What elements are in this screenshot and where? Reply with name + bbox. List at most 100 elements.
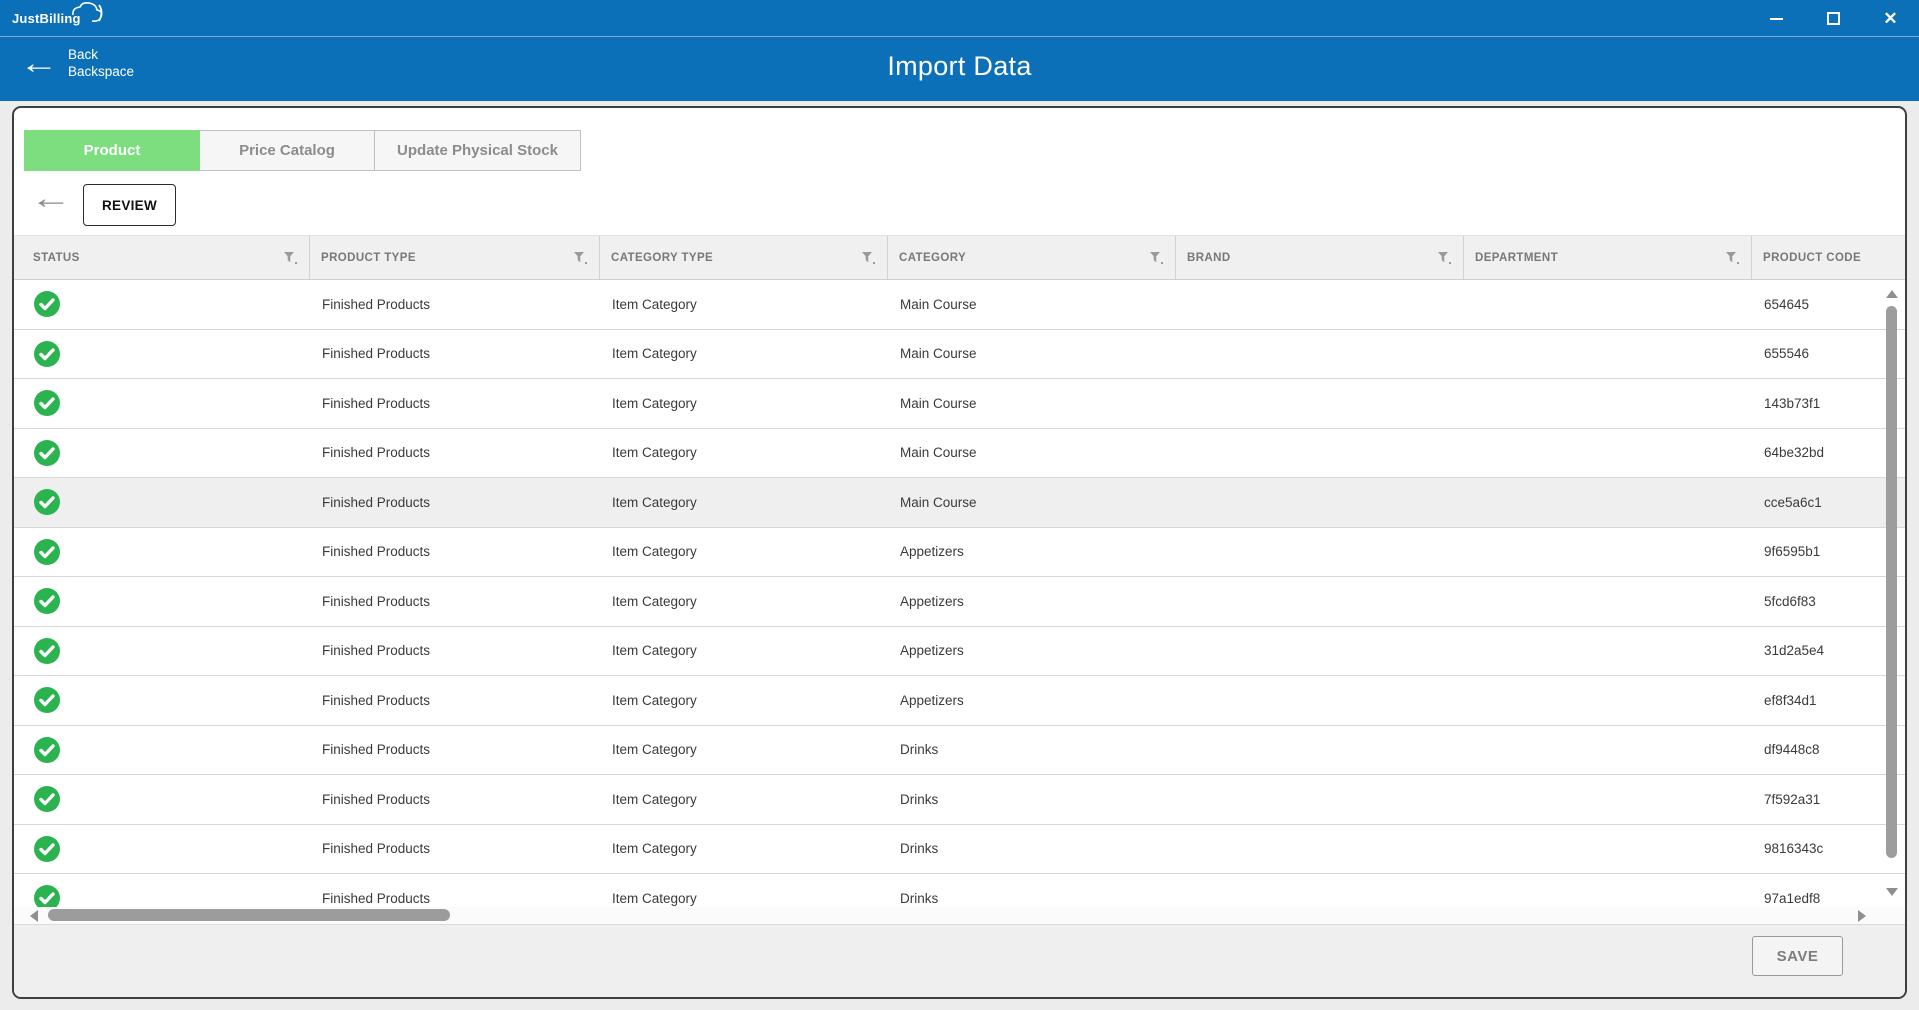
tab-product[interactable]: Product — [24, 130, 200, 171]
table-row[interactable]: Finished Products Item Category Appetize… — [14, 676, 1905, 726]
filter-icon[interactable] — [861, 251, 875, 265]
save-button[interactable]: SAVE — [1752, 936, 1843, 976]
cell-brand — [1176, 330, 1464, 379]
column-header-brand[interactable]: BRAND — [1176, 236, 1464, 279]
table-row[interactable]: Finished Products Item Category Drinks 9… — [14, 825, 1905, 875]
horizontal-scrollbar-thumb[interactable] — [48, 909, 450, 921]
table-row[interactable]: Finished Products Item Category Main Cou… — [14, 379, 1905, 429]
status-success-icon — [33, 488, 61, 516]
column-header-product-code[interactable]: PRODUCT CODE — [1752, 236, 1905, 279]
cell-product-type: Finished Products — [310, 280, 600, 329]
cell-category: Appetizers — [888, 528, 1176, 577]
table-row[interactable]: Finished Products Item Category Main Cou… — [14, 478, 1905, 528]
column-header-label: CATEGORY TYPE — [611, 252, 713, 264]
column-header-department[interactable]: DEPARTMENT — [1464, 236, 1752, 279]
cell-brand — [1176, 379, 1464, 428]
cell-status — [14, 379, 310, 428]
cell-department — [1464, 379, 1752, 428]
column-header-label: CATEGORY — [899, 252, 966, 264]
tab-update-physical-stock[interactable]: Update Physical Stock — [375, 130, 581, 171]
filter-icon[interactable] — [1725, 251, 1739, 265]
cell-category: Main Course — [888, 429, 1176, 478]
vertical-scrollbar-thumb[interactable] — [1886, 306, 1897, 858]
maximize-icon — [1827, 12, 1840, 25]
horizontal-scrollbar[interactable] — [14, 907, 1905, 924]
cell-category-type: Item Category — [600, 825, 888, 874]
filter-icon[interactable] — [1437, 251, 1451, 265]
table-header-row: STATUS PRODUCT TYPE CATEGORY TYPE CATEGO… — [14, 235, 1905, 280]
cell-status — [14, 676, 310, 725]
close-icon: ✕ — [1883, 10, 1897, 27]
cell-category-type: Item Category — [600, 676, 888, 725]
table-row[interactable]: Finished Products Item Category Main Cou… — [14, 330, 1905, 380]
cell-department — [1464, 874, 1752, 907]
scroll-left-icon[interactable] — [30, 910, 38, 922]
tab-label: Product — [84, 142, 141, 159]
table-row[interactable]: Finished Products Item Category Appetize… — [14, 577, 1905, 627]
review-back-arrow[interactable]: ← — [30, 184, 72, 214]
cell-category: Main Course — [888, 379, 1176, 428]
cell-category: Appetizers — [888, 577, 1176, 626]
table-row[interactable]: Finished Products Item Category Main Cou… — [14, 429, 1905, 479]
cell-status — [14, 528, 310, 577]
cell-department — [1464, 726, 1752, 775]
close-button[interactable]: ✕ — [1862, 0, 1919, 37]
cell-brand — [1176, 726, 1464, 775]
logo-cloud-icon — [67, 1, 107, 27]
filter-icon[interactable] — [283, 251, 297, 265]
tab-price-catalog[interactable]: Price Catalog — [200, 130, 375, 171]
cell-product-type: Finished Products — [310, 775, 600, 824]
cell-department — [1464, 528, 1752, 577]
cell-category-type: Item Category — [600, 775, 888, 824]
app-logo: JustBilling — [12, 9, 107, 27]
vertical-scrollbar[interactable] — [1883, 280, 1901, 907]
scroll-up-icon[interactable] — [1886, 290, 1898, 298]
status-success-icon — [33, 538, 61, 566]
cell-status — [14, 874, 310, 907]
cell-brand — [1176, 874, 1464, 907]
tab-label: Price Catalog — [239, 142, 335, 159]
filter-icon[interactable] — [573, 251, 587, 265]
cell-product-type: Finished Products — [310, 825, 600, 874]
cell-brand — [1176, 775, 1464, 824]
scroll-right-icon[interactable] — [1858, 910, 1866, 922]
table-row[interactable]: Finished Products Item Category Drinks 7… — [14, 775, 1905, 825]
cell-department — [1464, 825, 1752, 874]
status-success-icon — [33, 340, 61, 368]
status-success-icon — [33, 785, 61, 813]
cell-product-type: Finished Products — [310, 874, 600, 907]
table-row[interactable]: Finished Products Item Category Main Cou… — [14, 280, 1905, 330]
review-button[interactable]: REVIEW — [83, 184, 176, 226]
table-row[interactable]: Finished Products Item Category Drinks 9… — [14, 874, 1905, 907]
column-header-label: DEPARTMENT — [1475, 252, 1558, 264]
cell-status — [14, 429, 310, 478]
import-card: Product Price Catalog Update Physical Stoc… — [12, 106, 1907, 999]
table-body: Finished Products Item Category Main Cou… — [14, 280, 1905, 907]
column-header-label: BRAND — [1187, 252, 1231, 264]
filter-icon[interactable] — [1149, 251, 1163, 265]
cell-product-type: Finished Products — [310, 478, 600, 527]
cell-category-type: Item Category — [600, 429, 888, 478]
cell-product-type: Finished Products — [310, 379, 600, 428]
column-header-category-type[interactable]: CATEGORY TYPE — [600, 236, 888, 279]
maximize-button[interactable] — [1805, 0, 1862, 37]
cell-product-type: Finished Products — [310, 429, 600, 478]
column-header-category[interactable]: CATEGORY — [888, 236, 1176, 279]
table-row[interactable]: Finished Products Item Category Appetize… — [14, 528, 1905, 578]
cell-status — [14, 726, 310, 775]
cell-brand — [1176, 280, 1464, 329]
table-row[interactable]: Finished Products Item Category Drinks d… — [14, 726, 1905, 776]
minimize-button[interactable] — [1748, 0, 1805, 37]
table-row[interactable]: Finished Products Item Category Appetize… — [14, 627, 1905, 677]
column-header-label: PRODUCT CODE — [1763, 252, 1861, 264]
cell-department — [1464, 330, 1752, 379]
cell-brand — [1176, 528, 1464, 577]
scroll-down-icon[interactable] — [1886, 888, 1898, 896]
status-success-icon — [33, 736, 61, 764]
column-header-status[interactable]: STATUS — [14, 236, 310, 279]
status-success-icon — [33, 290, 61, 318]
cell-brand — [1176, 478, 1464, 527]
window-controls: ✕ — [1748, 0, 1919, 37]
status-success-icon — [33, 439, 61, 467]
column-header-product-type[interactable]: PRODUCT TYPE — [310, 236, 600, 279]
